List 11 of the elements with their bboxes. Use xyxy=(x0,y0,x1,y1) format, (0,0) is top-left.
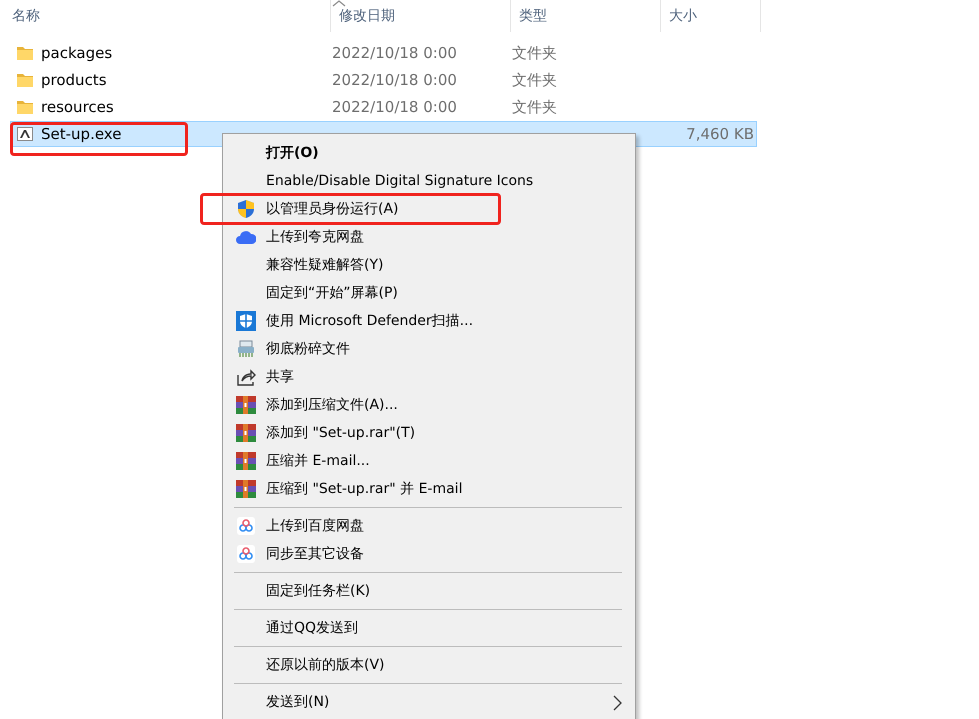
file-name: products xyxy=(41,71,107,89)
file-size: 7,460 KB xyxy=(685,125,755,143)
file-name: resources xyxy=(41,98,114,116)
file-date: 2022/10/18 0:00 xyxy=(332,44,458,62)
file-name: packages xyxy=(41,44,112,62)
file-type: 文件夹 xyxy=(512,98,558,116)
file-date: 2022/10/18 0:00 xyxy=(332,98,458,116)
file-date: 2022/10/18 0:00 xyxy=(332,71,458,89)
file-type: 文件夹 xyxy=(512,44,558,62)
file-type: 文件夹 xyxy=(512,70,558,90)
file-name: Set-up.exe xyxy=(41,125,122,143)
